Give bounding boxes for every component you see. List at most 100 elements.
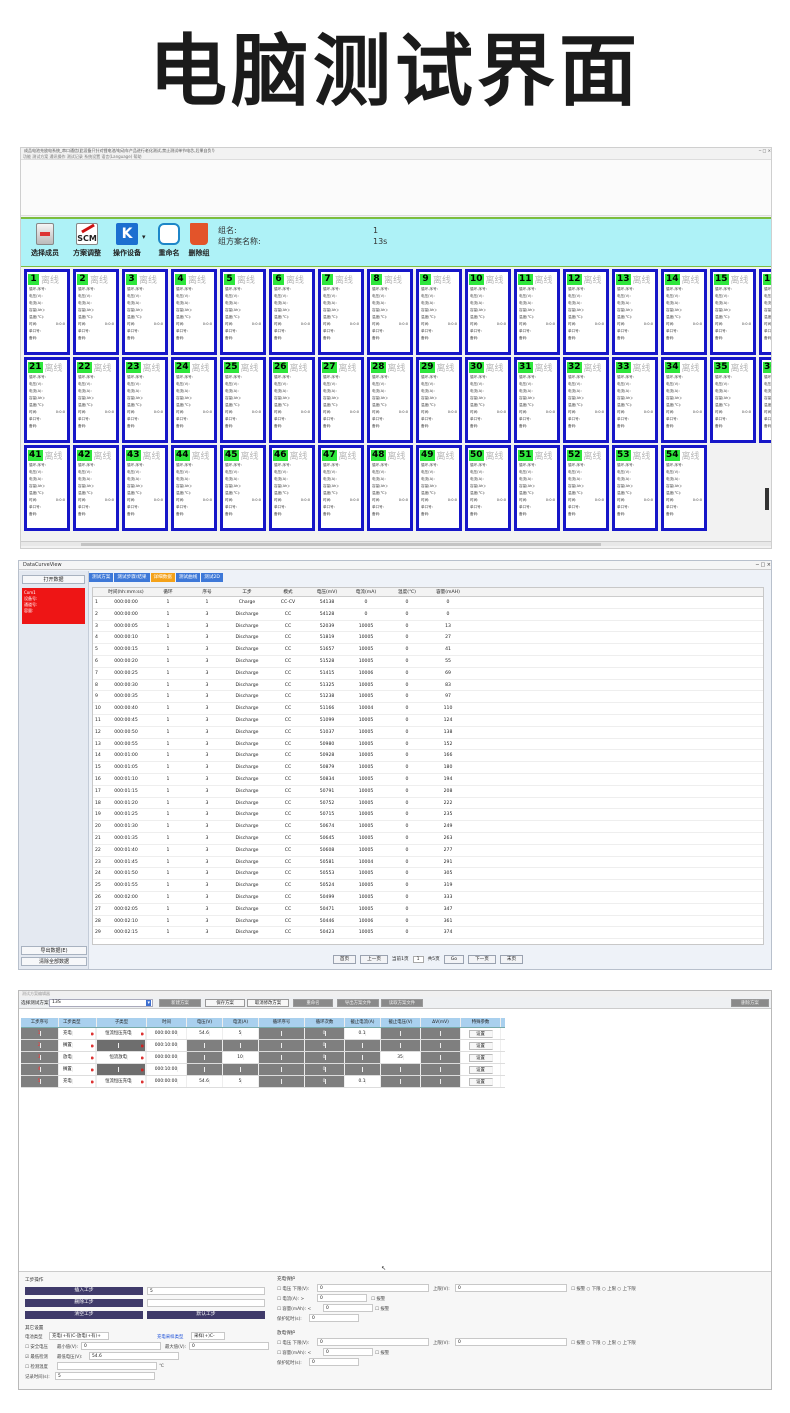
step-row[interactable]: 3 放电 ● 恒流放电 ● 000:00:00 10 0 35 设置: [21, 1052, 505, 1064]
table-row[interactable]: 18 000:01:20 1 3 Discharge CC 50752 10005 0 222: [93, 798, 763, 810]
step-cell[interactable]: [223, 1064, 259, 1075]
insert-step-button[interactable]: 插入工步: [25, 1287, 143, 1295]
channel-card[interactable]: 47 离线 循环-序号: 电压(V): 电流(A): 容量(Ah): 温度(℃): 时间: 0:…: [318, 445, 364, 531]
channel-card[interactable]: 7 离线 循环-序号: 电压(V): 电流(A): 容量(Ah): 温度(℃): 时间: 0:0…: [318, 269, 364, 355]
channel-card[interactable]: 53 离线 循环-序号: 电压(V): 电流(A): 容量(Ah): 温度(℃): 时间: 0:…: [612, 445, 658, 531]
step-cell[interactable]: 000:10:00: [147, 1040, 187, 1051]
step-cell[interactable]: 设置: [461, 1040, 501, 1051]
select-member-button[interactable]: 选择成员: [25, 223, 65, 258]
prev-page-button[interactable]: 上一页: [360, 954, 388, 964]
step-cell[interactable]: [345, 1040, 381, 1051]
channel-card[interactable]: 32 离线 循环-序号: 电压(V): 电流(A): 容量(Ah): 温度(℃): 时间: 0:…: [563, 357, 609, 443]
step-cell[interactable]: [259, 1028, 305, 1039]
table-row[interactable]: 26 000:02:00 1 3 Discharge CC 50499 10005 0 333: [93, 892, 763, 904]
table-row[interactable]: 11 000:00:45 1 3 Discharge CC 51099 10005 0 124: [93, 715, 763, 727]
clear-all-data-button[interactable]: 清除全部数据: [21, 957, 87, 966]
scroll-thumb[interactable]: [81, 543, 601, 546]
load-plan-button[interactable]: 读取方案文件: [381, 999, 423, 1007]
new-plan-button[interactable]: 新建方案: [159, 999, 201, 1007]
table-row[interactable]: 7 000:00:25 1 3 Discharge CC 51415 10006 0 69: [93, 668, 763, 680]
discharge-cap-input[interactable]: 0: [323, 1348, 373, 1356]
table-row[interactable]: 25 000:01:55 1 3 Discharge CC 50524 10005 0 319: [93, 880, 763, 892]
pre-check-voltage-input[interactable]: 54.6: [89, 1352, 179, 1360]
plan-select[interactable]: 13S ▾: [49, 999, 153, 1007]
channel-card[interactable]: 1 离线 循环-序号: 电压(V): 电流(A): 容量(Ah): 温度(℃): 时间: 0:0…: [24, 269, 70, 355]
charge-curr-checkbox[interactable]: ☐ 电流(A): >: [277, 1296, 304, 1302]
table-row[interactable]: 27 000:02:05 1 3 Discharge CC 50471 10005 0 347: [93, 904, 763, 916]
vertical-scroll-thumb[interactable]: [765, 488, 769, 510]
channel-card[interactable]: 30 离线 循环-序号: 电压(V): 电流(A): 容量(Ah): 温度(℃): 时间: 0:…: [465, 357, 511, 443]
step-cell[interactable]: [381, 1028, 421, 1039]
table-row[interactable]: 24 000:01:50 1 3 Discharge CC 50553 10005 0 305: [93, 868, 763, 881]
step-cell[interactable]: 放电 ●: [59, 1052, 97, 1063]
channel-card[interactable]: 23 离线 循环-序号: 电压(V): 电流(A): 容量(Ah): 温度(℃): 时间: 0:…: [122, 357, 168, 443]
step-cell[interactable]: 0: [305, 1040, 345, 1051]
step-cell[interactable]: 000:10:00: [147, 1064, 187, 1075]
table-row[interactable]: 19 000:01:25 1 3 Discharge CC 50715 10005 0 235: [93, 809, 763, 822]
clear-steps-button[interactable]: 清空工步: [25, 1311, 143, 1319]
step-cell[interactable]: ●: [97, 1040, 147, 1051]
charge-curr-alarm[interactable]: ☐ 报警: [371, 1296, 385, 1302]
default-steps-button[interactable]: 默认工步: [147, 1311, 265, 1319]
channel-card[interactable]: 25 离线 循环-序号: 电压(V): 电流(A): 容量(Ah): 温度(℃): 时间: 0:…: [220, 357, 266, 443]
first-page-button[interactable]: 首页: [332, 954, 357, 964]
step-cell[interactable]: 设置: [461, 1076, 501, 1087]
rename-plan-button[interactable]: 重命名: [293, 999, 333, 1007]
channel-card[interactable]: 5 离线 循环-序号: 电压(V): 电流(A): 容量(Ah): 温度(℃): 时间: 0:0…: [220, 269, 266, 355]
tab-3[interactable]: 测试曲线: [175, 573, 201, 582]
step-cell[interactable]: 恒流恒压充电 ●: [97, 1028, 147, 1039]
temp-check-checkbox[interactable]: ☐ 检测温度: [25, 1364, 48, 1370]
tab-2[interactable]: 详细数据: [150, 573, 175, 582]
table-row[interactable]: 16 000:01:10 1 3 Discharge CC 50834 10005 0 194: [93, 774, 763, 786]
step-cell[interactable]: [259, 1076, 305, 1087]
step-cell[interactable]: [421, 1028, 461, 1039]
export-plan-button[interactable]: 导出方案文件: [337, 999, 379, 1007]
sample-type-select[interactable]: 采样(+)C-: [191, 1332, 225, 1340]
channel-card[interactable]: 50 离线 循环-序号: 电压(V): 电流(A): 容量(Ah): 温度(℃): 时间: 0:…: [465, 445, 511, 531]
charge-volt-checkbox[interactable]: ☐ 电压 下限(V):: [277, 1286, 309, 1292]
step-cell[interactable]: [259, 1040, 305, 1051]
open-data-button[interactable]: 打开数据: [22, 575, 85, 584]
step-cell[interactable]: 10: [223, 1052, 259, 1063]
step-cell[interactable]: [381, 1040, 421, 1051]
step-index-input[interactable]: 5: [147, 1287, 265, 1295]
step-cell[interactable]: 恒流恒压充电 ●: [97, 1076, 147, 1087]
charge-cap-checkbox[interactable]: ☐ 容量(mAh): <: [277, 1306, 311, 1312]
table-row[interactable]: 29 000:02:15 1 3 Discharge CC 50423 10005 0 374: [93, 927, 763, 940]
table-row[interactable]: 3 000:00:05 1 3 Discharge CC 52039 10005 0 13: [93, 621, 763, 633]
step-cell[interactable]: [223, 1040, 259, 1051]
step-cell[interactable]: 000:00:00: [147, 1028, 187, 1039]
step-cell[interactable]: 搁置 ●: [59, 1040, 97, 1051]
step-cell[interactable]: 0.1: [345, 1076, 381, 1087]
channel-card[interactable]: 48 离线 循环-序号: 电压(V): 电流(A): 容量(Ah): 温度(℃): 时间: 0:…: [367, 445, 413, 531]
page-input[interactable]: 1: [412, 955, 424, 963]
delete-index-input[interactable]: [147, 1299, 265, 1307]
discharge-cap-checkbox[interactable]: ☐ 容量(mAh): <: [277, 1350, 311, 1356]
table-row[interactable]: 20 000:01:30 1 3 Discharge CC 50674 10005 0 249: [93, 821, 763, 833]
channel-card[interactable]: 3 离线 循环-序号: 电压(V): 电流(A): 容量(Ah): 温度(℃): 时间: 0:0…: [122, 269, 168, 355]
channel-card[interactable]: 12 离线 循环-序号: 电压(V): 电流(A): 容量(Ah): 温度(℃): 时间: 0:…: [563, 269, 609, 355]
step-cell[interactable]: [421, 1052, 461, 1063]
charge-upper-input[interactable]: 0: [455, 1284, 567, 1292]
channel-card[interactable]: 42 离线 循环-序号: 电压(V): 电流(A): 容量(Ah): 温度(℃): 时间: 0:…: [73, 445, 119, 531]
window-controls[interactable]: ─ □ ×: [759, 148, 771, 154]
window-controls[interactable]: ─ □ ×: [756, 561, 771, 569]
channel-card[interactable]: 45 离线 循环-序号: 电压(V): 电流(A): 容量(Ah): 温度(℃): 时间: 0:…: [220, 445, 266, 531]
step-cell[interactable]: [345, 1064, 381, 1075]
channel-card[interactable]: 44 离线 循环-序号: 电压(V): 电流(A): 容量(Ah): 温度(℃): 时间: 0:…: [171, 445, 217, 531]
step-cell[interactable]: 5: [223, 1028, 259, 1039]
setting-button[interactable]: 设置: [468, 1078, 493, 1086]
channel-card[interactable]: 16离线循环-序号:电压(V):电流(A):容量(Ah):温度(℃):时间:0:…: [759, 269, 771, 355]
step-row[interactable]: 4 搁置 ● ● 000:10:00 0 设置: [21, 1064, 505, 1076]
discharge-cap-alarm[interactable]: ☐ 报警: [375, 1350, 389, 1356]
table-row[interactable]: 22 000:01:40 1 3 Discharge CC 50608 10005 0 277: [93, 845, 763, 857]
channel-card[interactable]: 29 离线 循环-序号: 电压(V): 电流(A): 容量(Ah): 温度(℃): 时间: 0:…: [416, 357, 462, 443]
plan-adjust-button[interactable]: SCM 方案调整: [67, 223, 107, 258]
setting-button[interactable]: 设置: [468, 1054, 493, 1062]
horizontal-scrollbar[interactable]: [21, 541, 771, 546]
table-row[interactable]: 1 000:00:00 1 1 Charge CC-CV 54138 0 0 0: [93, 597, 763, 609]
discharge-upper-input[interactable]: 0: [455, 1338, 567, 1346]
step-cell[interactable]: 充电 ●: [59, 1076, 97, 1087]
step-cell[interactable]: 0: [305, 1076, 345, 1087]
step-cell[interactable]: [421, 1064, 461, 1075]
